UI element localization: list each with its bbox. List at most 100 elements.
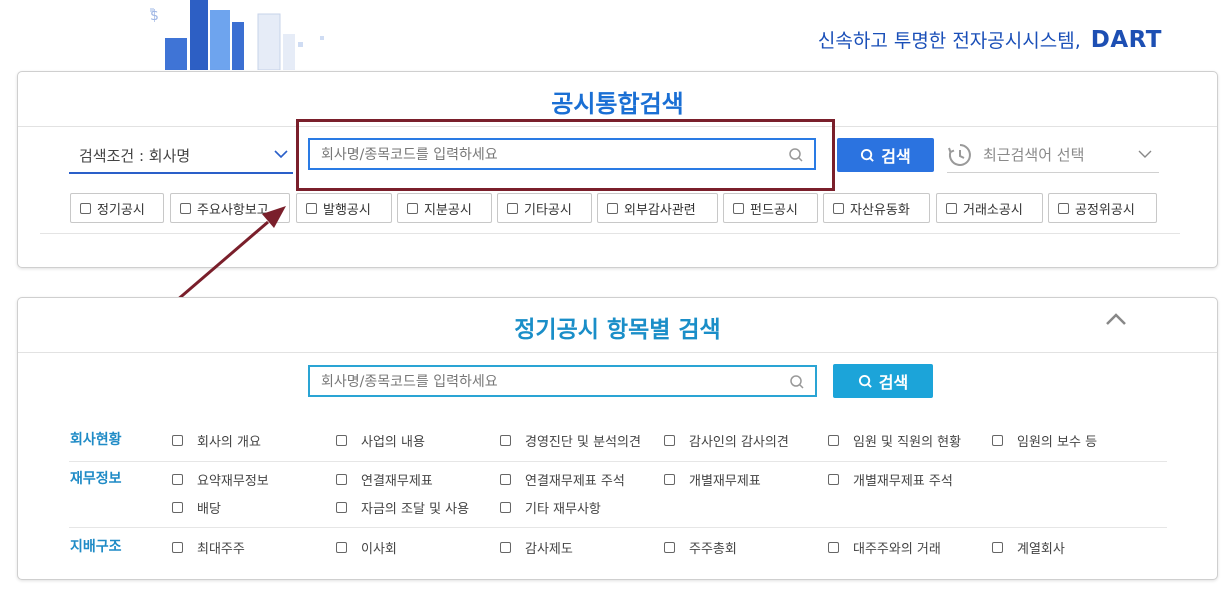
item-checkbox[interactable]: 요약재무정보 [172, 470, 269, 489]
item-checkbox[interactable]: 계열회사 [992, 538, 1065, 557]
checkbox[interactable] [507, 202, 518, 214]
itemized-search-button[interactable]: 검색 [833, 364, 933, 398]
filter-fund[interactable]: 펀드공시 [723, 193, 818, 223]
search-button-label: 검색 [881, 147, 911, 166]
itemized-search-panel: 정기공시 항목별 검색 검색 회사현황 회사의 개요 사업의 내용 경영진단 및… [17, 297, 1218, 580]
item-checkbox[interactable]: 회사의 개요 [172, 431, 261, 450]
item-checkbox[interactable]: 이사회 [336, 538, 397, 557]
filter-label: 자산유동화 [850, 202, 910, 218]
search-condition-select[interactable]: 검색조건 : 회사명 [69, 142, 293, 174]
checkbox[interactable] [1058, 202, 1069, 214]
filter-label: 주요사항보고 [197, 202, 269, 218]
checkbox[interactable] [172, 435, 183, 446]
filter-label: 정기공시 [97, 202, 145, 218]
item-checkbox[interactable]: 사업의 내용 [336, 431, 425, 450]
item-checkbox[interactable]: 연결재무제표 [336, 470, 433, 489]
filter-major-report[interactable]: 주요사항보고 [170, 193, 290, 223]
recent-search-select[interactable]: 최근검색어 선택 [947, 138, 1159, 173]
integrated-search-title: 공시통합검색 [551, 90, 684, 118]
checkbox[interactable] [607, 202, 618, 214]
checkbox[interactable] [992, 435, 1003, 446]
checkbox[interactable] [336, 435, 347, 446]
checkbox[interactable] [664, 542, 675, 553]
filter-asset-securitization[interactable]: 자산유동화 [823, 193, 930, 223]
itemized-company-search-input[interactable] [319, 373, 763, 391]
checkbox[interactable] [407, 202, 418, 214]
divider [69, 527, 1167, 528]
filter-other[interactable]: 기타공시 [497, 193, 592, 223]
item-checkbox[interactable]: 연결재무제표 주석 [500, 470, 625, 489]
item-label: 주주총회 [689, 542, 737, 557]
checkbox[interactable] [336, 542, 347, 553]
item-checkbox[interactable]: 개별재무제표 [664, 470, 761, 489]
item-label: 배당 [197, 502, 221, 517]
item-checkbox[interactable]: 경영진단 및 분석의견 [500, 431, 641, 450]
item-checkbox[interactable]: 임원의 보수 등 [992, 431, 1097, 450]
checkbox[interactable] [664, 435, 675, 446]
checkbox[interactable] [733, 202, 744, 214]
checkbox[interactable] [172, 502, 183, 513]
checkbox[interactable] [80, 202, 91, 214]
checkbox[interactable] [500, 502, 511, 513]
item-label: 임원의 보수 등 [1017, 435, 1098, 450]
item-checkbox[interactable]: 자금의 조달 및 사용 [336, 498, 469, 517]
item-checkbox[interactable]: 배당 [172, 498, 221, 517]
checkbox[interactable] [172, 474, 183, 485]
item-checkbox[interactable]: 주주총회 [664, 538, 737, 557]
filter-label: 공정위공시 [1075, 202, 1135, 218]
item-label: 개별재무제표 [689, 474, 761, 489]
checkbox[interactable] [180, 202, 191, 214]
checkbox[interactable] [828, 542, 839, 553]
checkbox[interactable] [500, 474, 511, 485]
item-checkbox[interactable]: 감사인의 감사의견 [664, 431, 789, 450]
item-label: 기타 재무사항 [525, 502, 601, 517]
filter-equity[interactable]: 지분공시 [397, 193, 492, 223]
item-label: 감사제도 [525, 542, 573, 557]
item-label: 대주주와의 거래 [853, 542, 941, 557]
checkbox[interactable] [833, 202, 844, 214]
highlight-box [296, 119, 835, 191]
item-checkbox[interactable]: 최대주주 [172, 538, 245, 557]
filter-external-audit[interactable]: 외부감사관련 [597, 193, 718, 223]
filter-issuance[interactable]: 발행공시 [296, 193, 392, 223]
checkbox[interactable] [306, 202, 317, 214]
itemized-company-search-field[interactable] [308, 365, 817, 397]
checkbox[interactable] [992, 542, 1003, 553]
category-company-status: 회사현황 [70, 432, 122, 448]
item-checkbox[interactable]: 기타 재무사항 [500, 498, 601, 517]
item-checkbox[interactable]: 임원 및 직원의 현황 [828, 431, 961, 450]
slogan-text: 신속하고 투명한 전자공시시스템, [817, 30, 1081, 52]
checkbox[interactable] [664, 474, 675, 485]
item-label: 사업의 내용 [361, 435, 425, 450]
filter-ftc[interactable]: 공정위공시 [1048, 193, 1157, 223]
checkbox[interactable] [946, 202, 957, 214]
item-label: 계열회사 [1017, 542, 1065, 557]
search-button[interactable]: 검색 [837, 138, 934, 172]
item-checkbox[interactable]: 개별재무제표 주석 [828, 470, 953, 489]
divider [40, 233, 1180, 234]
item-label: 감사인의 감사의견 [689, 435, 789, 450]
item-label: 연결재무제표 주석 [525, 474, 625, 489]
checkbox[interactable] [172, 542, 183, 553]
checkbox[interactable] [336, 502, 347, 513]
filter-exchange[interactable]: 거래소공시 [936, 193, 1043, 223]
filter-regular[interactable]: 정기공시 [70, 193, 164, 223]
search-condition-label: 검색조건 : 회사명 [79, 147, 191, 165]
search-icon [858, 374, 872, 388]
search-icon [790, 375, 804, 389]
checkbox[interactable] [828, 474, 839, 485]
item-label: 이사회 [361, 542, 397, 557]
checkbox[interactable] [336, 474, 347, 485]
chevron-up-icon[interactable] [1105, 312, 1127, 326]
item-checkbox[interactable]: 감사제도 [500, 538, 573, 557]
city-illustration: $ [150, 0, 324, 70]
clock-history-icon [948, 144, 971, 166]
checkbox[interactable] [500, 435, 511, 446]
checkbox[interactable] [828, 435, 839, 446]
item-checkbox[interactable]: 대주주와의 거래 [828, 538, 941, 557]
filter-label: 지분공시 [424, 202, 472, 218]
checkbox[interactable] [500, 542, 511, 553]
chevron-down-icon [274, 150, 288, 159]
item-label: 자금의 조달 및 사용 [361, 502, 470, 517]
item-label: 최대주주 [197, 542, 245, 557]
